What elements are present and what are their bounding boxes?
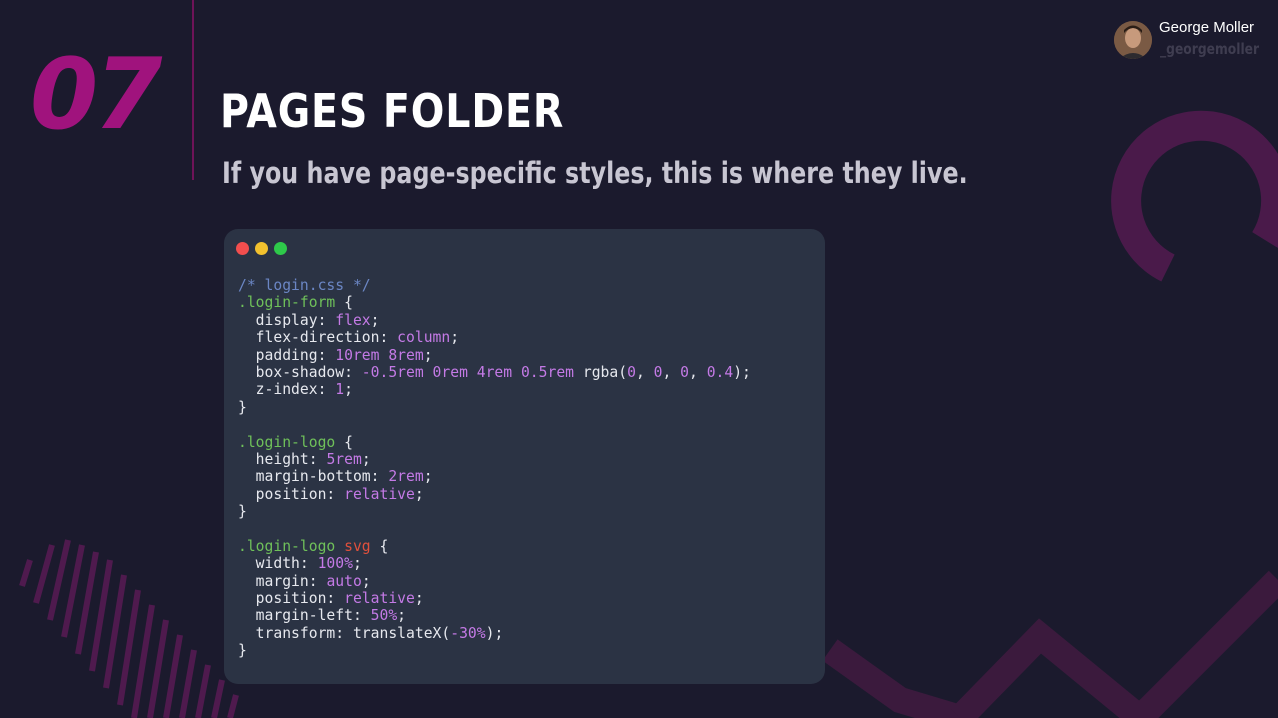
- code-line: }: [238, 399, 751, 416]
- code-token-value: 0: [680, 363, 689, 381]
- code-token-value: -30%: [450, 624, 486, 642]
- code-token-plain: ;: [423, 468, 433, 486]
- code-token-value: -0.5rem 0rem 4rem 0.5rem: [361, 363, 575, 381]
- window-minimize-dot: [255, 242, 268, 255]
- code-token-value: 2rem: [388, 468, 424, 486]
- code-token-value: 10rem 8rem: [335, 346, 424, 364]
- code-token-plain: ;: [361, 450, 371, 468]
- code-line: margin-bottom: 2rem;: [238, 468, 751, 485]
- code-token-plain: ,: [635, 363, 654, 381]
- code-token-value: 1: [335, 381, 345, 399]
- avatar: [1114, 21, 1152, 59]
- code-line: transform: translateX(-30%);: [238, 625, 751, 642]
- code-token-selector: .login-form: [238, 294, 336, 312]
- code-token-plain: height:: [238, 450, 327, 468]
- zigzag-decoration: [822, 639, 964, 718]
- code-line: }: [238, 503, 751, 520]
- code-token-plain: ,: [689, 363, 707, 381]
- code-token-value: 5rem: [326, 450, 362, 468]
- code-line: display: flex;: [238, 312, 751, 329]
- code-token-value: flex: [335, 311, 371, 329]
- code-token-plain: z-index:: [238, 381, 336, 399]
- code-line: }: [238, 642, 751, 659]
- author-name: George Moller: [1159, 19, 1255, 36]
- slide-title: PAGES FOLDER: [220, 84, 565, 138]
- code-token-plain: margin:: [238, 572, 327, 590]
- code-token-plain: box-shadow:: [238, 363, 362, 381]
- code-token-plain: display:: [238, 311, 336, 329]
- code-token-plain: margin-left:: [238, 607, 371, 625]
- slide-subtitle: If you have page-specific styles, this i…: [222, 156, 968, 190]
- code-token-plain: transform: translateX(: [238, 624, 451, 642]
- code-line: /* login.css */: [238, 277, 751, 294]
- code-token-value: relative: [344, 485, 415, 503]
- code-token-plain: );: [485, 624, 504, 642]
- code-token-selector: .login-logo: [238, 433, 336, 451]
- code-token-value: relative: [344, 590, 415, 608]
- code-token-comment: /* login.css */: [238, 277, 371, 294]
- code-token-plain: ;: [414, 485, 424, 503]
- code-token-plain: {: [335, 294, 353, 312]
- code-line: height: 5rem;: [238, 451, 751, 468]
- code-line: width: 100%;: [238, 555, 751, 572]
- author-handle: _georgemoller: [1160, 40, 1260, 58]
- code-token-value: 0: [627, 363, 636, 381]
- code-token-plain: {: [370, 537, 389, 555]
- code-token-plain: ;: [397, 607, 407, 625]
- code-token-value: 100%: [317, 555, 353, 573]
- code-token-element: svg: [344, 537, 371, 555]
- code-line: padding: 10rem 8rem;: [238, 347, 751, 364]
- code-token-plain: ;: [450, 329, 460, 347]
- code-token-selector: .login-logo: [238, 537, 336, 555]
- code-token-plain: ;: [370, 311, 380, 329]
- code-token-plain: ;: [344, 381, 353, 399]
- code-token-plain: }: [238, 398, 247, 416]
- code-token-plain: }: [238, 503, 247, 521]
- code-token-plain: ;: [414, 590, 424, 608]
- code-token-plain: ;: [361, 572, 371, 590]
- code-line: .login-logo svg {: [238, 538, 751, 555]
- code-token-plain: margin-bottom:: [238, 468, 389, 486]
- code-token-plain: rgba(: [574, 363, 628, 381]
- code-token-plain: position:: [238, 485, 345, 503]
- code-token-plain: {: [335, 433, 353, 451]
- code-token-plain: );: [733, 363, 751, 381]
- code-token-plain: flex-direction:: [238, 329, 398, 347]
- code-token-plain: ;: [352, 555, 362, 573]
- header-divider: [192, 0, 194, 180]
- code-line: .login-form {: [238, 294, 751, 311]
- circle-arc-decoration: [1111, 110, 1278, 282]
- code-token-plain: }: [238, 642, 247, 660]
- code-line: margin: auto;: [238, 573, 751, 590]
- code-token-plain: width:: [238, 555, 318, 573]
- stripes-decoration: [19, 539, 239, 718]
- code-line: .login-logo {: [238, 434, 751, 451]
- code-token-plain: ,: [662, 363, 681, 381]
- slide-number: 07: [30, 38, 162, 152]
- code-token-value: column: [397, 329, 451, 347]
- code-line: flex-direction: column;: [238, 329, 751, 346]
- code-token-plain: ;: [423, 346, 433, 364]
- window-maximize-dot: [274, 242, 287, 255]
- code-token-plain: position:: [238, 590, 345, 608]
- code-line: z-index: 1;: [238, 381, 751, 398]
- code-line: box-shadow: -0.5rem 0rem 4rem 0.5rem rgb…: [238, 364, 751, 381]
- code-line: margin-left: 50%;: [238, 607, 751, 624]
- avatar-portrait-icon: [1114, 21, 1152, 59]
- code-token-plain: padding:: [238, 346, 336, 364]
- code-line: position: relative;: [238, 486, 751, 503]
- code-token-value: 50%: [370, 607, 398, 625]
- code-window: /* login.css */.login-form { display: fl…: [224, 229, 825, 684]
- code-line: position: relative;: [238, 590, 751, 607]
- code-token-value: 0.4: [706, 363, 734, 381]
- code-token-value: auto: [326, 572, 362, 590]
- window-close-dot: [236, 242, 249, 255]
- code-block: /* login.css */.login-form { display: fl…: [238, 277, 751, 660]
